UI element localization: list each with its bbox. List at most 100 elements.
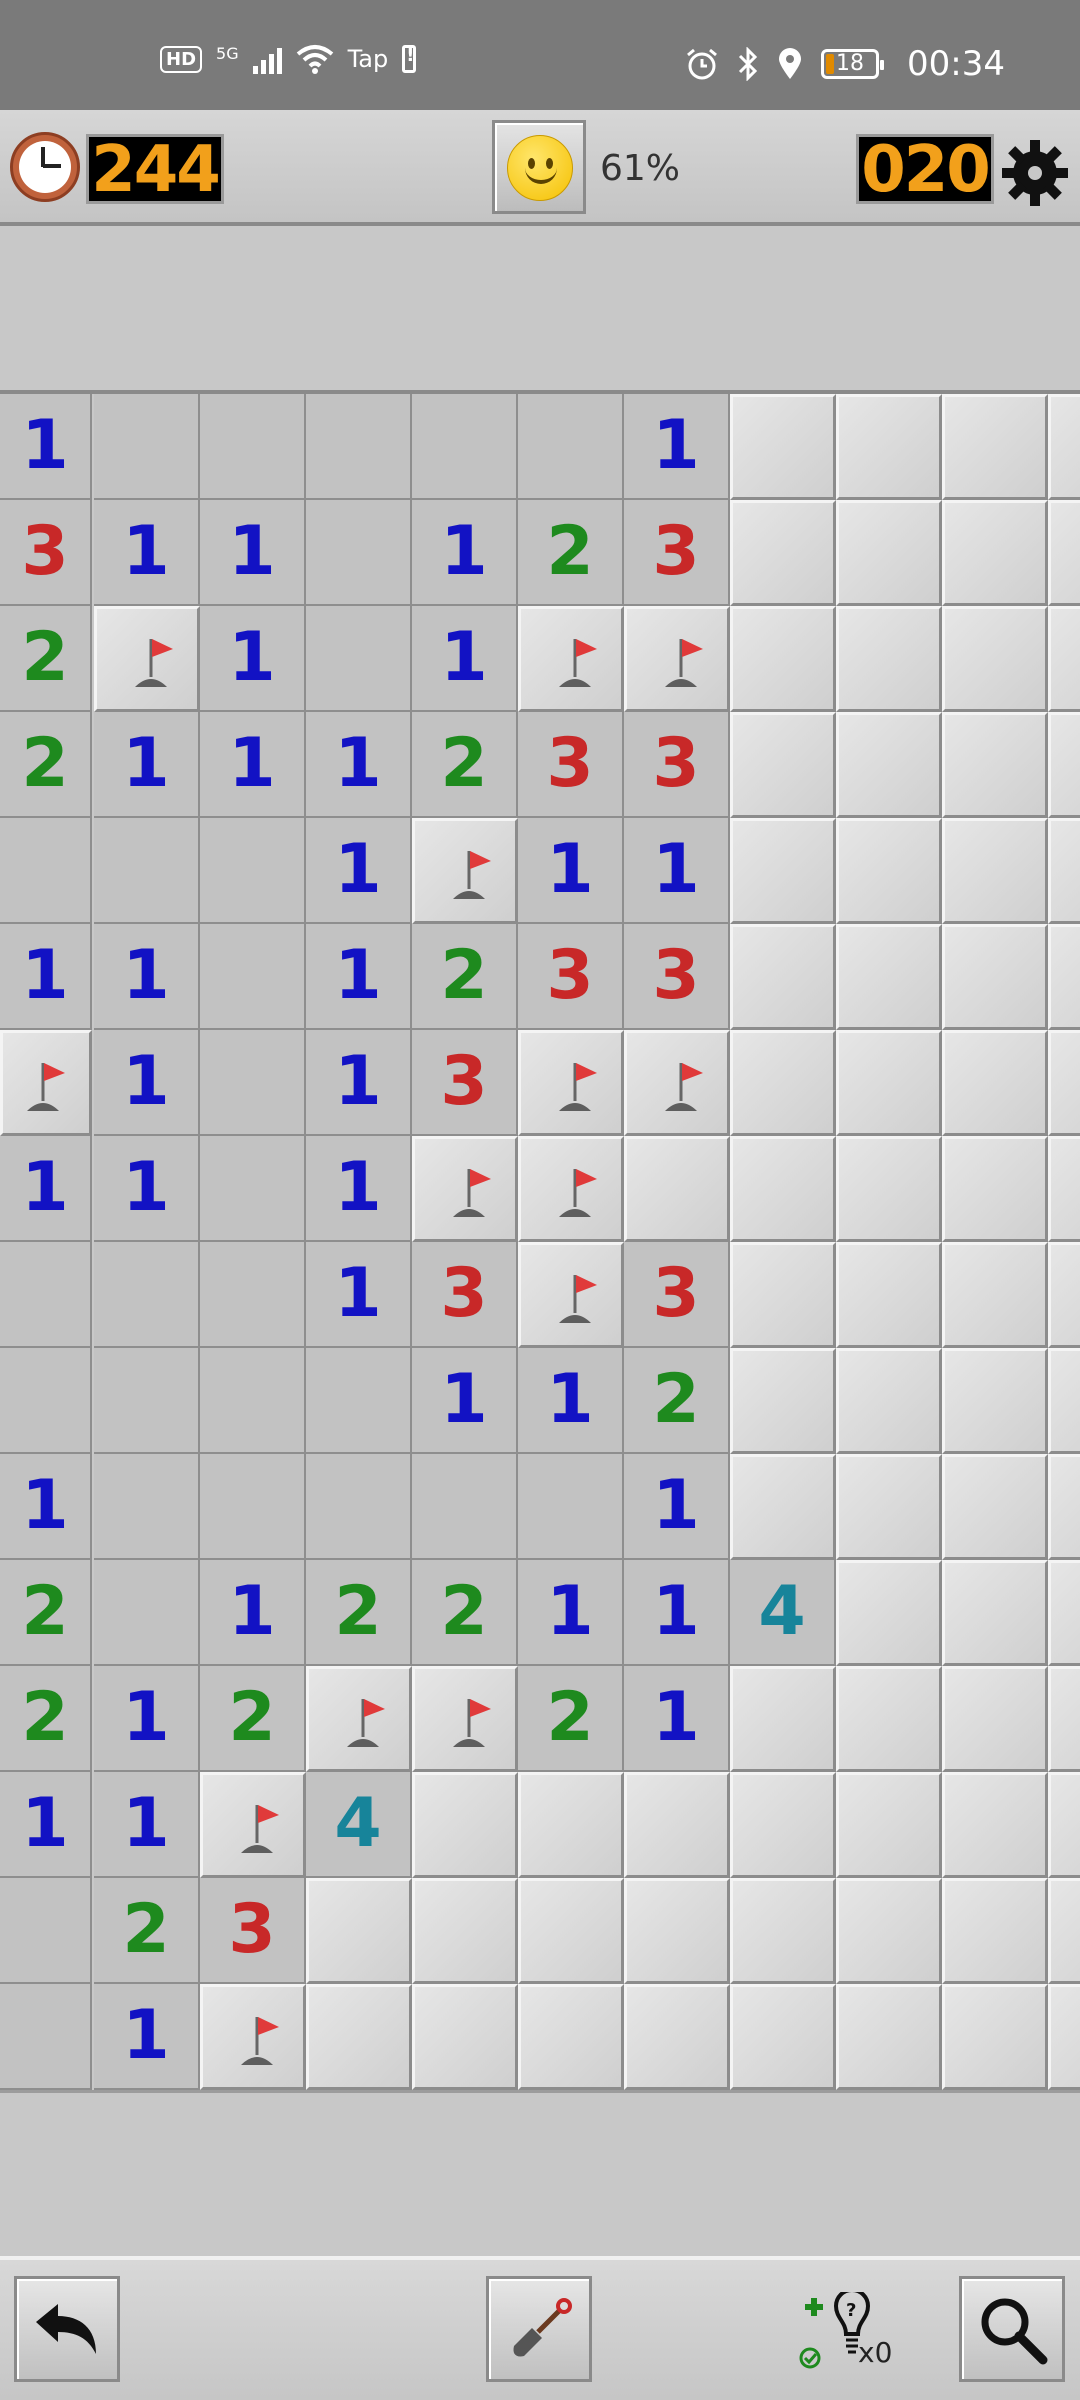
revealed-empty-cell[interactable] xyxy=(306,1348,412,1454)
number-cell[interactable]: 1 xyxy=(306,924,412,1030)
covered-cell[interactable] xyxy=(1048,606,1080,712)
covered-cell[interactable] xyxy=(1048,1136,1080,1242)
covered-cell[interactable] xyxy=(836,1030,942,1136)
number-cell[interactable]: 2 xyxy=(306,1560,412,1666)
covered-cell[interactable] xyxy=(1048,1772,1080,1878)
number-cell[interactable]: 1 xyxy=(412,500,518,606)
number-cell[interactable]: 1 xyxy=(94,712,200,818)
flagged-cell[interactable] xyxy=(412,1136,518,1242)
covered-cell[interactable] xyxy=(518,1984,624,2090)
covered-cell[interactable] xyxy=(730,1984,836,2090)
revealed-empty-cell[interactable] xyxy=(94,1454,200,1560)
covered-cell[interactable] xyxy=(1048,1454,1080,1560)
covered-cell[interactable] xyxy=(836,712,942,818)
number-cell[interactable]: 3 xyxy=(624,712,730,818)
revealed-empty-cell[interactable] xyxy=(200,924,306,1030)
revealed-empty-cell[interactable] xyxy=(412,394,518,500)
covered-cell[interactable] xyxy=(730,500,836,606)
flagged-cell[interactable] xyxy=(518,1030,624,1136)
covered-cell[interactable] xyxy=(412,1772,518,1878)
number-cell[interactable]: 3 xyxy=(624,1242,730,1348)
number-cell[interactable]: 1 xyxy=(518,1560,624,1666)
covered-cell[interactable] xyxy=(306,1984,412,2090)
undo-button[interactable] xyxy=(14,2276,120,2382)
covered-cell[interactable] xyxy=(730,1772,836,1878)
number-cell[interactable]: 1 xyxy=(94,1136,200,1242)
flagged-cell[interactable] xyxy=(306,1666,412,1772)
revealed-empty-cell[interactable] xyxy=(306,500,412,606)
number-cell[interactable]: 2 xyxy=(200,1666,306,1772)
number-cell[interactable]: 1 xyxy=(624,394,730,500)
flagged-cell[interactable] xyxy=(518,606,624,712)
covered-cell[interactable] xyxy=(624,1772,730,1878)
number-cell[interactable]: 1 xyxy=(306,1136,412,1242)
covered-cell[interactable] xyxy=(1048,924,1080,1030)
covered-cell[interactable] xyxy=(730,1136,836,1242)
covered-cell[interactable] xyxy=(942,924,1048,1030)
covered-cell[interactable] xyxy=(942,1136,1048,1242)
minefield-board[interactable]: 1131112321121112331111112331131111331121… xyxy=(0,390,1080,2090)
revealed-empty-cell[interactable] xyxy=(518,394,624,500)
covered-cell[interactable] xyxy=(624,1878,730,1984)
revealed-empty-cell[interactable] xyxy=(0,1984,92,2090)
covered-cell[interactable] xyxy=(836,500,942,606)
number-cell[interactable]: 1 xyxy=(200,500,306,606)
number-cell[interactable]: 2 xyxy=(0,1560,92,1666)
covered-cell[interactable] xyxy=(942,712,1048,818)
flagged-cell[interactable] xyxy=(624,606,730,712)
number-cell[interactable]: 1 xyxy=(200,712,306,818)
number-cell[interactable]: 1 xyxy=(94,1772,200,1878)
revealed-empty-cell[interactable] xyxy=(200,1348,306,1454)
covered-cell[interactable] xyxy=(1048,1984,1080,2090)
covered-cell[interactable] xyxy=(1048,1030,1080,1136)
covered-cell[interactable] xyxy=(1048,500,1080,606)
covered-cell[interactable] xyxy=(730,394,836,500)
number-cell[interactable]: 1 xyxy=(624,1560,730,1666)
new-game-smiley-button[interactable] xyxy=(492,120,586,214)
number-cell[interactable]: 1 xyxy=(0,1772,92,1878)
number-cell[interactable]: 1 xyxy=(306,818,412,924)
number-cell[interactable]: 3 xyxy=(624,924,730,1030)
number-cell[interactable]: 1 xyxy=(518,1348,624,1454)
number-cell[interactable]: 2 xyxy=(412,924,518,1030)
covered-cell[interactable] xyxy=(942,1666,1048,1772)
covered-cell[interactable] xyxy=(836,1136,942,1242)
covered-cell[interactable] xyxy=(942,1772,1048,1878)
covered-cell[interactable] xyxy=(518,1878,624,1984)
covered-cell[interactable] xyxy=(836,1666,942,1772)
covered-cell[interactable] xyxy=(730,712,836,818)
flagged-cell[interactable] xyxy=(94,606,200,712)
number-cell[interactable]: 2 xyxy=(94,1878,200,1984)
flagged-cell[interactable] xyxy=(624,1030,730,1136)
covered-cell[interactable] xyxy=(412,1878,518,1984)
flagged-cell[interactable] xyxy=(0,1030,92,1136)
flagged-cell[interactable] xyxy=(200,1984,306,2090)
revealed-empty-cell[interactable] xyxy=(94,1348,200,1454)
number-cell[interactable]: 1 xyxy=(306,712,412,818)
number-cell[interactable]: 1 xyxy=(624,1454,730,1560)
covered-cell[interactable] xyxy=(412,1984,518,2090)
number-cell[interactable]: 1 xyxy=(0,1136,92,1242)
number-cell[interactable]: 3 xyxy=(200,1878,306,1984)
revealed-empty-cell[interactable] xyxy=(94,1242,200,1348)
covered-cell[interactable] xyxy=(942,606,1048,712)
covered-cell[interactable] xyxy=(624,1136,730,1242)
number-cell[interactable]: 2 xyxy=(412,1560,518,1666)
number-cell[interactable]: 1 xyxy=(306,1242,412,1348)
covered-cell[interactable] xyxy=(730,606,836,712)
number-cell[interactable]: 1 xyxy=(306,1030,412,1136)
number-cell[interactable]: 3 xyxy=(0,500,92,606)
number-cell[interactable]: 2 xyxy=(0,1666,92,1772)
number-cell[interactable]: 4 xyxy=(730,1560,836,1666)
number-cell[interactable]: 1 xyxy=(0,1454,92,1560)
covered-cell[interactable] xyxy=(942,1348,1048,1454)
revealed-empty-cell[interactable] xyxy=(200,1030,306,1136)
number-cell[interactable]: 1 xyxy=(94,1030,200,1136)
number-cell[interactable]: 1 xyxy=(0,924,92,1030)
number-cell[interactable]: 1 xyxy=(94,1666,200,1772)
covered-cell[interactable] xyxy=(836,1348,942,1454)
covered-cell[interactable] xyxy=(730,1454,836,1560)
covered-cell[interactable] xyxy=(942,1984,1048,2090)
covered-cell[interactable] xyxy=(836,1772,942,1878)
flagged-cell[interactable] xyxy=(518,1136,624,1242)
